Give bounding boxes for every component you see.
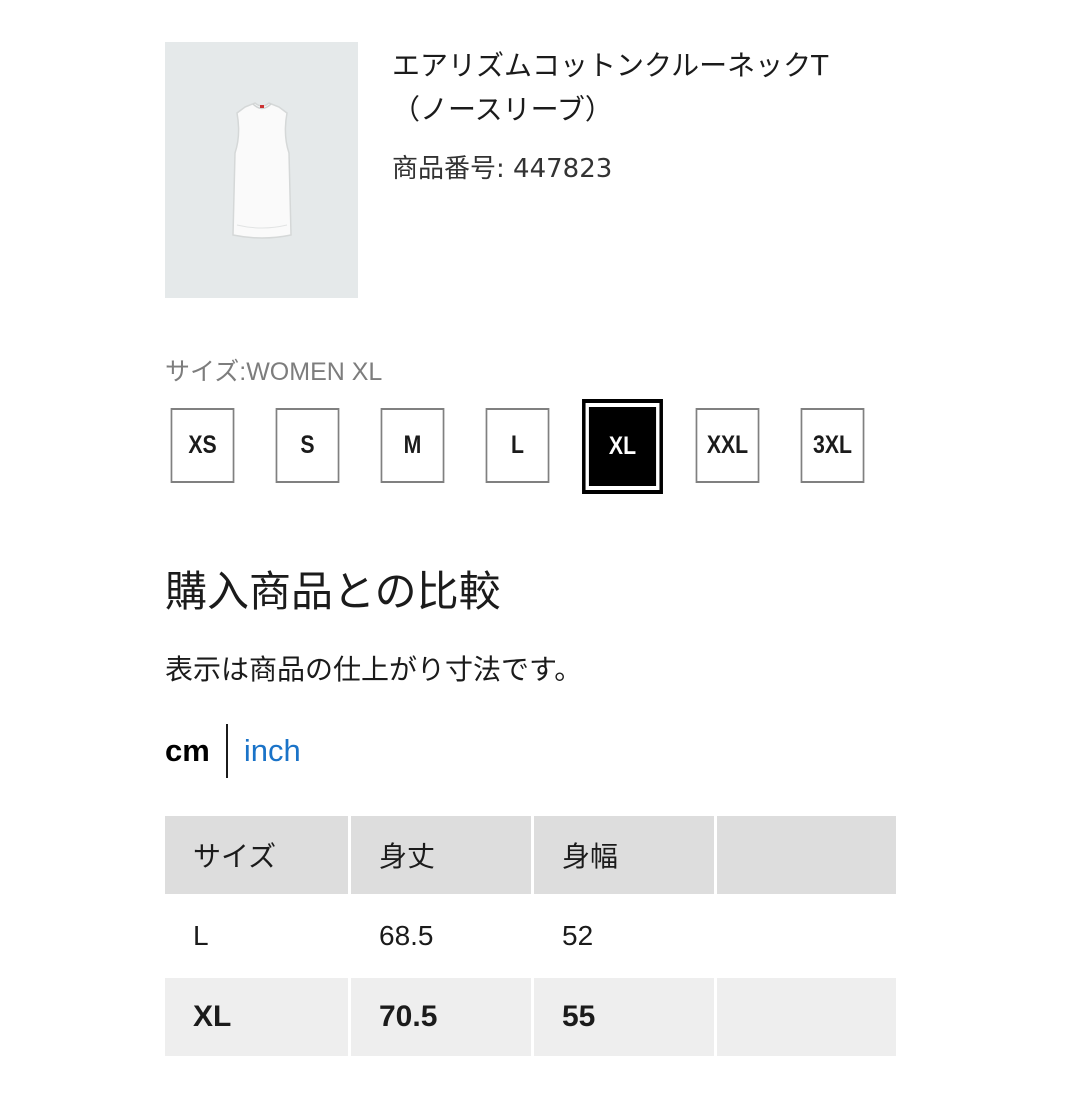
- table-cell-length: [351, 1059, 531, 1099]
- table-cell-width: 52: [534, 897, 714, 975]
- size-label: サイズ:WOMEN XL: [165, 358, 383, 386]
- product-name-line2: （ノースリーブ）: [392, 93, 613, 126]
- table-cell-size: [165, 1059, 348, 1099]
- table-header-length: 身丈: [351, 816, 531, 894]
- table-cell-width: [534, 1059, 714, 1099]
- product-code: 商品番号: 447823: [392, 154, 613, 184]
- product-name-line1: エアリズムコットンクルーネックT: [392, 49, 829, 82]
- unit-toggle: cm inch: [165, 724, 301, 778]
- product-image: [165, 42, 358, 298]
- table-header-size: サイズ: [165, 816, 348, 894]
- table-cell-empty: [717, 897, 896, 975]
- table-cell-empty: [717, 978, 896, 1056]
- table-header-row: サイズ 身丈 身幅: [165, 816, 896, 894]
- unit-inch-link[interactable]: inch: [244, 733, 301, 769]
- table-header-width: 身幅: [534, 816, 714, 894]
- size-option-xl[interactable]: XL: [582, 399, 663, 494]
- unit-cm-tab[interactable]: cm: [165, 733, 210, 769]
- sleeveless-shirt-icon: [231, 102, 292, 239]
- size-option-3xl[interactable]: 3XL: [800, 408, 865, 483]
- unit-divider: [225, 724, 228, 778]
- table-cell-size: L: [165, 897, 348, 975]
- table-header-empty: [717, 816, 896, 894]
- table-cell-width: 55: [534, 978, 714, 1056]
- size-option-xs[interactable]: XS: [170, 408, 235, 483]
- table-cell-size: XL: [165, 978, 348, 1056]
- comparison-title: 購入商品との比較: [165, 567, 501, 616]
- size-option-s[interactable]: S: [275, 408, 340, 483]
- size-option-m[interactable]: M: [380, 408, 445, 483]
- table-row: [165, 1059, 896, 1099]
- product-name: エアリズムコットンクルーネックT （ノースリーブ）: [392, 44, 912, 132]
- size-option-l[interactable]: L: [485, 408, 550, 483]
- table-cell-length: 70.5: [351, 978, 531, 1056]
- size-option-xxl[interactable]: XXL: [695, 408, 760, 483]
- measurement-note: 表示は商品の仕上がり寸法です。: [165, 653, 583, 686]
- size-table: サイズ 身丈 身幅 L 68.5 52 XL 70.5 55: [162, 813, 899, 1102]
- table-row: L 68.5 52: [165, 897, 896, 975]
- table-cell-length: 68.5: [351, 897, 531, 975]
- table-cell-empty: [717, 1059, 896, 1099]
- table-row-highlighted: XL 70.5 55: [165, 978, 896, 1056]
